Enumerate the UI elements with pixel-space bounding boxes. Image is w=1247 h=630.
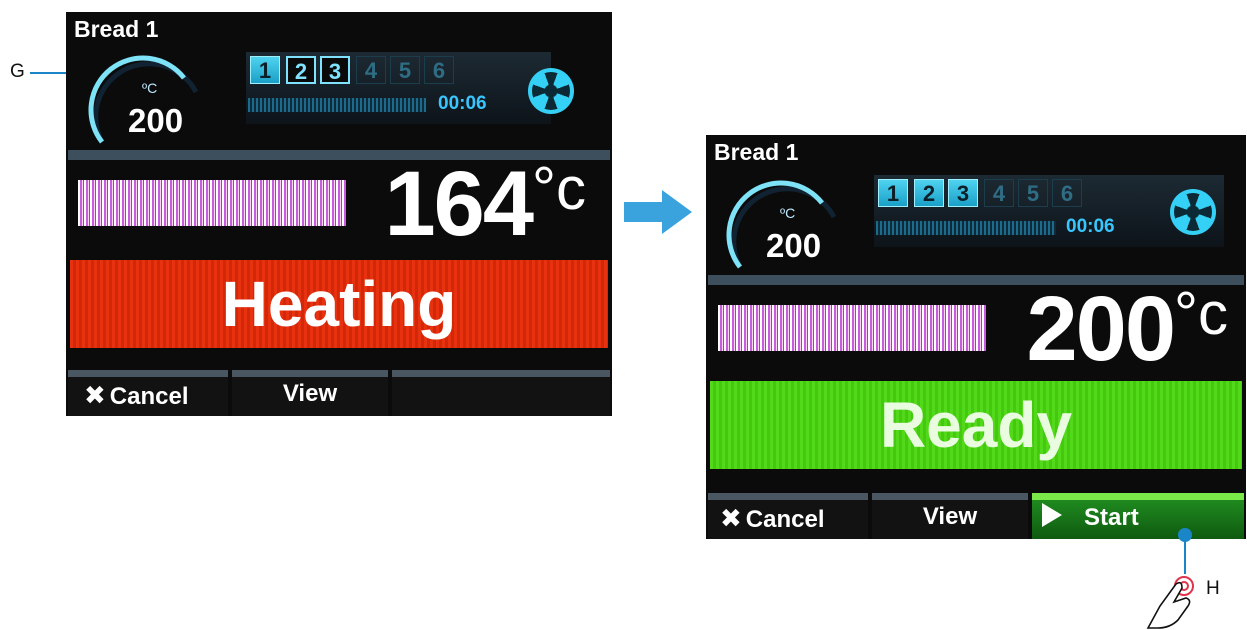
fan-icon [1170,189,1216,235]
cancel-button[interactable]: ✖ Cancel [708,493,868,539]
stage-3[interactable]: 3 [948,179,978,207]
start-button[interactable]: Start [1032,493,1244,539]
status-banner: Ready [710,381,1242,469]
temperature-band: 200°c [708,275,1244,380]
fan-icon [528,68,574,114]
softkey-3-button[interactable] [392,370,610,416]
view-button[interactable]: View [872,493,1028,539]
cancel-x-icon: ✖ [720,503,742,533]
current-temperature: 200°c [1026,278,1229,380]
temperature-unit: °c [532,155,586,222]
temperature-graph [718,305,986,351]
play-icon [1042,503,1062,527]
setpoint-unit: ºC [780,205,796,221]
cancel-label: Cancel [109,383,189,410]
oven-display-heating: Bread 1 ºC 200 1 2 3 4 5 6 00:06 164°c H… [66,12,612,416]
status-banner: Heating [70,260,608,348]
stage-6[interactable]: 6 [1052,179,1082,207]
stage-4[interactable]: 4 [984,179,1014,207]
current-temperature: 164°c [384,153,587,255]
softkey-bar: ✖ Cancel View [66,368,612,416]
temperature-band: 164°c [68,150,610,255]
view-button[interactable]: View [232,370,388,416]
setpoint-gauge[interactable]: ºC 200 [726,175,838,271]
stage-timer: 00:06 [438,93,487,114]
stage-2[interactable]: 2 [914,179,944,207]
view-label: View [282,380,338,407]
cancel-x-icon: ✖ [84,380,106,410]
stage-1[interactable]: 1 [878,179,908,207]
callout-g-label: G [10,61,25,82]
temperature-unit: °c [1174,280,1228,347]
program-name: Bread 1 [714,139,799,165]
stage-2[interactable]: 2 [286,56,316,84]
temperature-graph [78,180,346,226]
cancel-button[interactable]: ✖ Cancel [68,370,228,416]
right-arrow-icon [624,190,692,234]
stage-progress-bar [876,221,1056,235]
stage-panel: 1 2 3 4 5 6 00:06 [874,175,1224,247]
stage-1[interactable]: 1 [250,56,280,84]
setpoint-gauge[interactable]: ºC 200 [88,50,200,146]
setpoint-unit: ºC [142,80,158,96]
program-name: Bread 1 [74,16,159,42]
setpoint-value: 200 [128,102,184,139]
softkey-bar: ✖ Cancel View Start [706,491,1246,539]
stage-6[interactable]: 6 [424,56,454,84]
stage-timer: 00:06 [1066,216,1115,237]
view-label: View [922,503,978,530]
stage-panel: 1 2 3 4 5 6 00:06 [246,52,574,124]
stage-4[interactable]: 4 [356,56,386,84]
stage-3[interactable]: 3 [320,56,350,84]
start-label: Start [1084,504,1139,531]
cancel-label: Cancel [745,506,825,533]
stage-progress-bar [248,98,426,112]
hand-press-icon [1146,576,1194,629]
stage-5[interactable]: 5 [1018,179,1048,207]
oven-display-ready: Bread 1 ºC 200 1 2 3 4 5 6 00:06 200°c R… [706,135,1246,539]
callout-h-line [1184,540,1186,574]
setpoint-value: 200 [766,227,822,264]
stage-5[interactable]: 5 [390,56,420,84]
callout-h-label: H [1206,578,1220,599]
